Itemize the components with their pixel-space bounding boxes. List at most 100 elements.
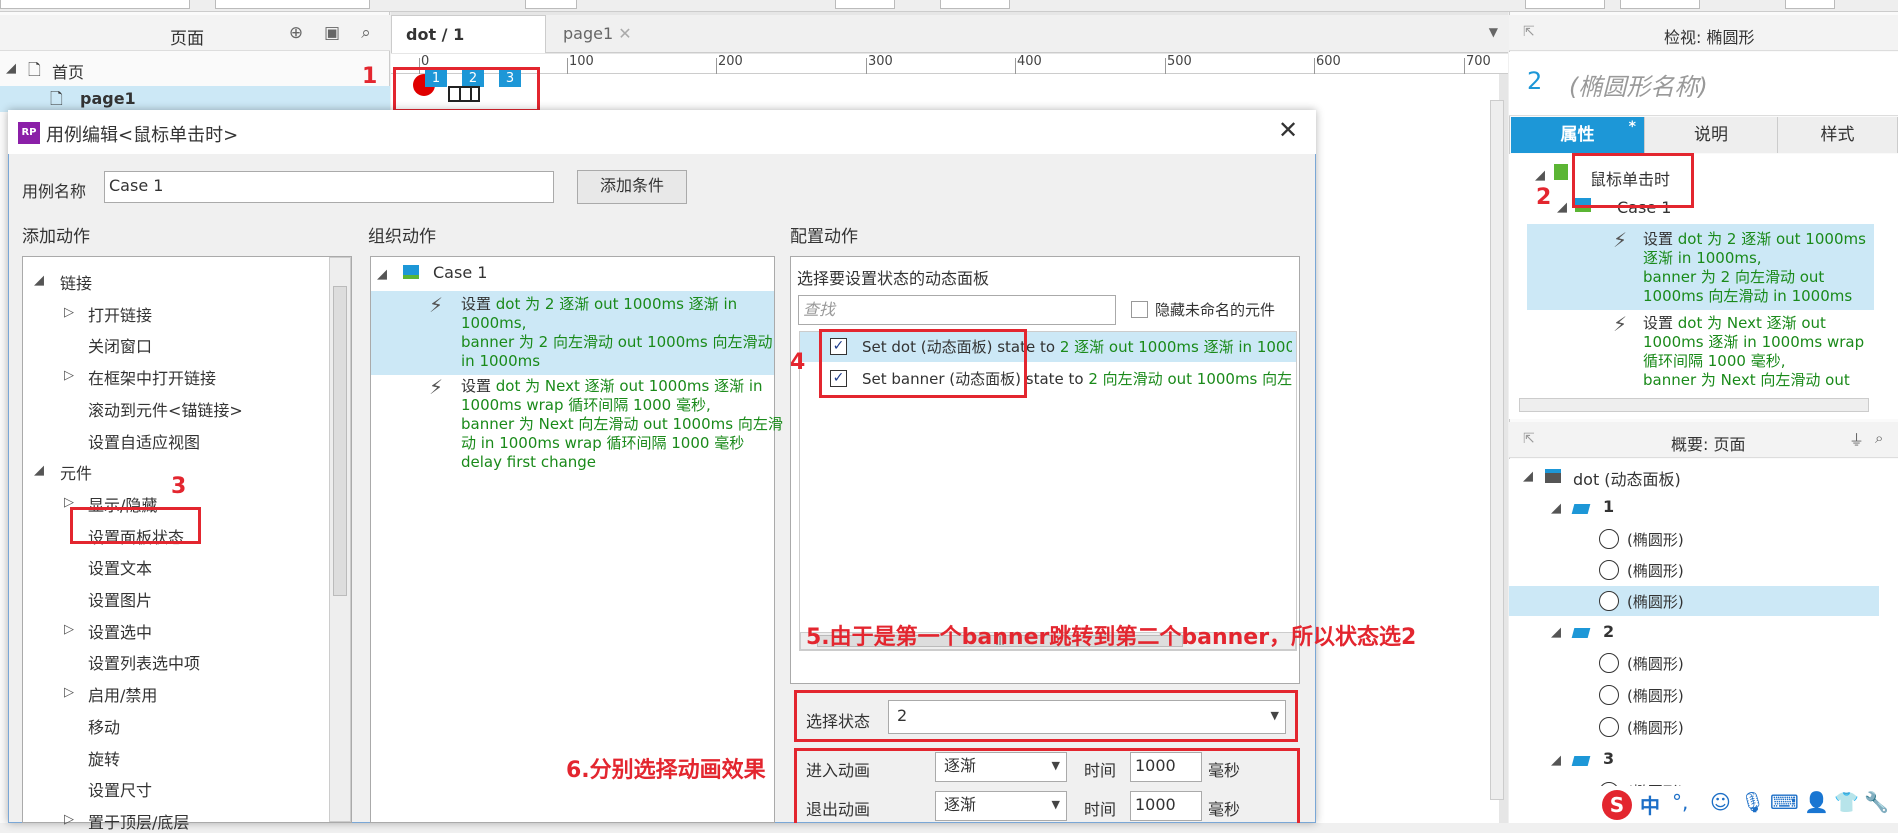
toolbar-field[interactable]	[215, 0, 370, 9]
collapse-icon[interactable]: ◢	[1557, 200, 1567, 215]
ruler-tick: 500	[1167, 54, 1192, 69]
ellipse-icon	[1599, 653, 1619, 673]
emoji-icon[interactable]: ☺	[1710, 790, 1731, 814]
collapse-icon[interactable]: ◢	[1523, 469, 1533, 484]
annotation-box-4	[819, 329, 1027, 398]
collapse-icon[interactable]: ◢	[6, 61, 16, 76]
outline-root[interactable]: dot (动态面板)	[1573, 466, 1681, 490]
ime-mode[interactable]: 中	[1640, 790, 1660, 819]
ellipse-icon	[1599, 685, 1619, 705]
collapse-icon[interactable]: ◢	[1551, 625, 1561, 640]
outline-state-2[interactable]: 2	[1603, 622, 1614, 641]
collapse-icon[interactable]: ◢	[1551, 753, 1561, 768]
ellipse-icon	[1599, 591, 1619, 611]
shape-name-input[interactable]: (椭圆形名称)	[1569, 67, 1708, 102]
action-prefix: 设置	[461, 295, 496, 313]
action-detail: dot 为 2 逐渐 out 1000ms 逐渐 in	[495, 295, 738, 313]
tools-icon[interactable]: 🔧	[1864, 790, 1889, 814]
scroll-thumb[interactable]	[333, 286, 347, 596]
toolbar-field[interactable]	[0, 0, 190, 9]
outline-row-selected[interactable]	[1509, 586, 1879, 616]
expand-icon[interactable]: ▷	[64, 305, 74, 320]
punctuation-icon[interactable]: °,	[1672, 790, 1688, 814]
outline-ellipse[interactable]: (椭圆形)	[1627, 653, 1684, 674]
pin-icon[interactable]: ⇱	[1523, 431, 1535, 447]
action-tree-vscroll[interactable]	[329, 257, 351, 822]
lightning-icon: ⚡	[429, 293, 444, 317]
collapse-icon[interactable]: ◢	[1551, 501, 1561, 516]
outline-ellipse[interactable]: (椭圆形)	[1627, 685, 1684, 706]
outline-state-3[interactable]: 3	[1603, 749, 1614, 768]
close-icon[interactable]: ✕	[618, 24, 631, 43]
outline-state-1[interactable]: 1	[1603, 497, 1614, 516]
tab-style[interactable]: 样式	[1778, 117, 1898, 153]
page-tree-item-home[interactable]: ◢ 🗋 首页	[0, 55, 390, 85]
add-condition-button[interactable]: 添加条件	[577, 170, 687, 204]
outline-ellipse[interactable]: (椭圆形)	[1627, 717, 1684, 738]
expand-icon[interactable]: ▷	[64, 812, 74, 827]
outline-ellipse[interactable]: (椭圆形)	[1627, 560, 1684, 581]
annotation-number-4: 4	[790, 350, 806, 375]
outline-ellipse[interactable]: (椭圆形)	[1627, 591, 1684, 612]
panel-search-input[interactable]: 查找	[798, 295, 1116, 325]
ruler-tick: 100	[569, 54, 594, 69]
search-icon[interactable]: ⌕	[1875, 429, 1883, 447]
action-detail: in 1000ms	[461, 352, 541, 370]
page-tree-item-page1[interactable]: 🗋 page1	[0, 86, 390, 112]
add-page-icon[interactable]: ⊕	[286, 23, 306, 43]
user-icon[interactable]: 👤	[1804, 790, 1829, 814]
collapse-icon[interactable]: ◢	[1535, 168, 1545, 183]
dialog-titlebar: RP 用例编辑<鼠标单击时> ✕	[8, 110, 1316, 154]
close-icon[interactable]: ✕	[1278, 116, 1298, 144]
toolbar-field[interactable]	[1620, 0, 1700, 9]
annotation-number-2: 2	[1536, 185, 1552, 210]
ellipse-icon	[1599, 717, 1619, 737]
collapse-icon[interactable]: ◢	[34, 463, 44, 478]
toolbar-button[interactable]	[835, 0, 895, 9]
tab-dropdown-icon[interactable]: ▼	[1489, 25, 1498, 39]
expand-icon[interactable]: ▷	[64, 685, 74, 700]
action-label: 启用/禁用	[88, 686, 158, 706]
add-action-title: 添加动作	[22, 227, 90, 247]
microphone-icon[interactable]: 🎙	[1740, 790, 1765, 814]
filter-icon[interactable]: ⏚	[1849, 429, 1864, 450]
collapse-icon[interactable]: ◢	[34, 273, 44, 288]
toolbar-button[interactable]	[940, 0, 1010, 9]
action-label: 打开链接	[88, 305, 153, 325]
organize-case-label[interactable]: Case 1	[433, 263, 487, 282]
collapse-icon[interactable]: ◢	[377, 267, 387, 282]
outline-ellipse[interactable]: (椭圆形)	[1627, 529, 1684, 550]
toolbar-field[interactable]	[1785, 0, 1835, 9]
canvas-vscroll[interactable]	[1490, 100, 1504, 800]
inspector-header: ⇱ 检视: 椭圆形	[1509, 15, 1898, 51]
action-text[interactable]: 设置 dot 为 Next 逐渐 out 1000ms 逐渐 in 1000ms…	[1643, 314, 1873, 389]
action-label: 在框架中打开链接	[88, 369, 217, 389]
search-icon[interactable]: ⌕	[356, 23, 376, 43]
expand-icon[interactable]: ▷	[64, 622, 74, 637]
lightning-icon: ⚡	[1613, 312, 1628, 336]
keyboard-icon[interactable]: ⌨	[1770, 790, 1799, 814]
interaction-hscroll[interactable]	[1519, 398, 1869, 412]
action-prefix: 设置	[1643, 230, 1678, 248]
tab-dot-page1[interactable]: dot / 1 (page1) ✕	[391, 15, 546, 82]
sogou-logo-icon[interactable]: S	[1602, 790, 1632, 820]
toolbar-field[interactable]	[1525, 0, 1605, 9]
action-label: 设置自适应视图	[88, 432, 201, 452]
action-label: 设置选中	[88, 622, 153, 642]
expand-icon[interactable]: ▷	[64, 368, 74, 383]
skin-icon[interactable]: 👕	[1834, 790, 1859, 814]
add-folder-icon[interactable]: ▣	[322, 23, 342, 43]
case-name-input[interactable]: Case 1	[104, 171, 554, 203]
shape-number: 2	[1527, 67, 1543, 95]
action-detail: banner 为 2 向左滑动 out 1000ms 向左滑动	[461, 333, 773, 351]
horizontal-ruler: 0 100 200 300 400 500 600 700	[391, 54, 1508, 74]
toolbar-field[interactable]	[525, 0, 577, 9]
tab-notes[interactable]: 说明	[1645, 117, 1778, 153]
action-label: 设置文本	[88, 559, 153, 579]
tab-page1[interactable]: page1 ✕	[549, 15, 659, 53]
pin-icon[interactable]: ⇱	[1523, 24, 1535, 40]
organize-action-2[interactable]: 设置 dot 为 Next 逐渐 out 1000ms 逐渐 in 1000ms…	[461, 377, 783, 472]
hide-unnamed-checkbox[interactable]	[1131, 301, 1148, 318]
action-prefix: 设置	[461, 377, 496, 395]
tab-properties[interactable]: 属性 *	[1511, 117, 1645, 153]
